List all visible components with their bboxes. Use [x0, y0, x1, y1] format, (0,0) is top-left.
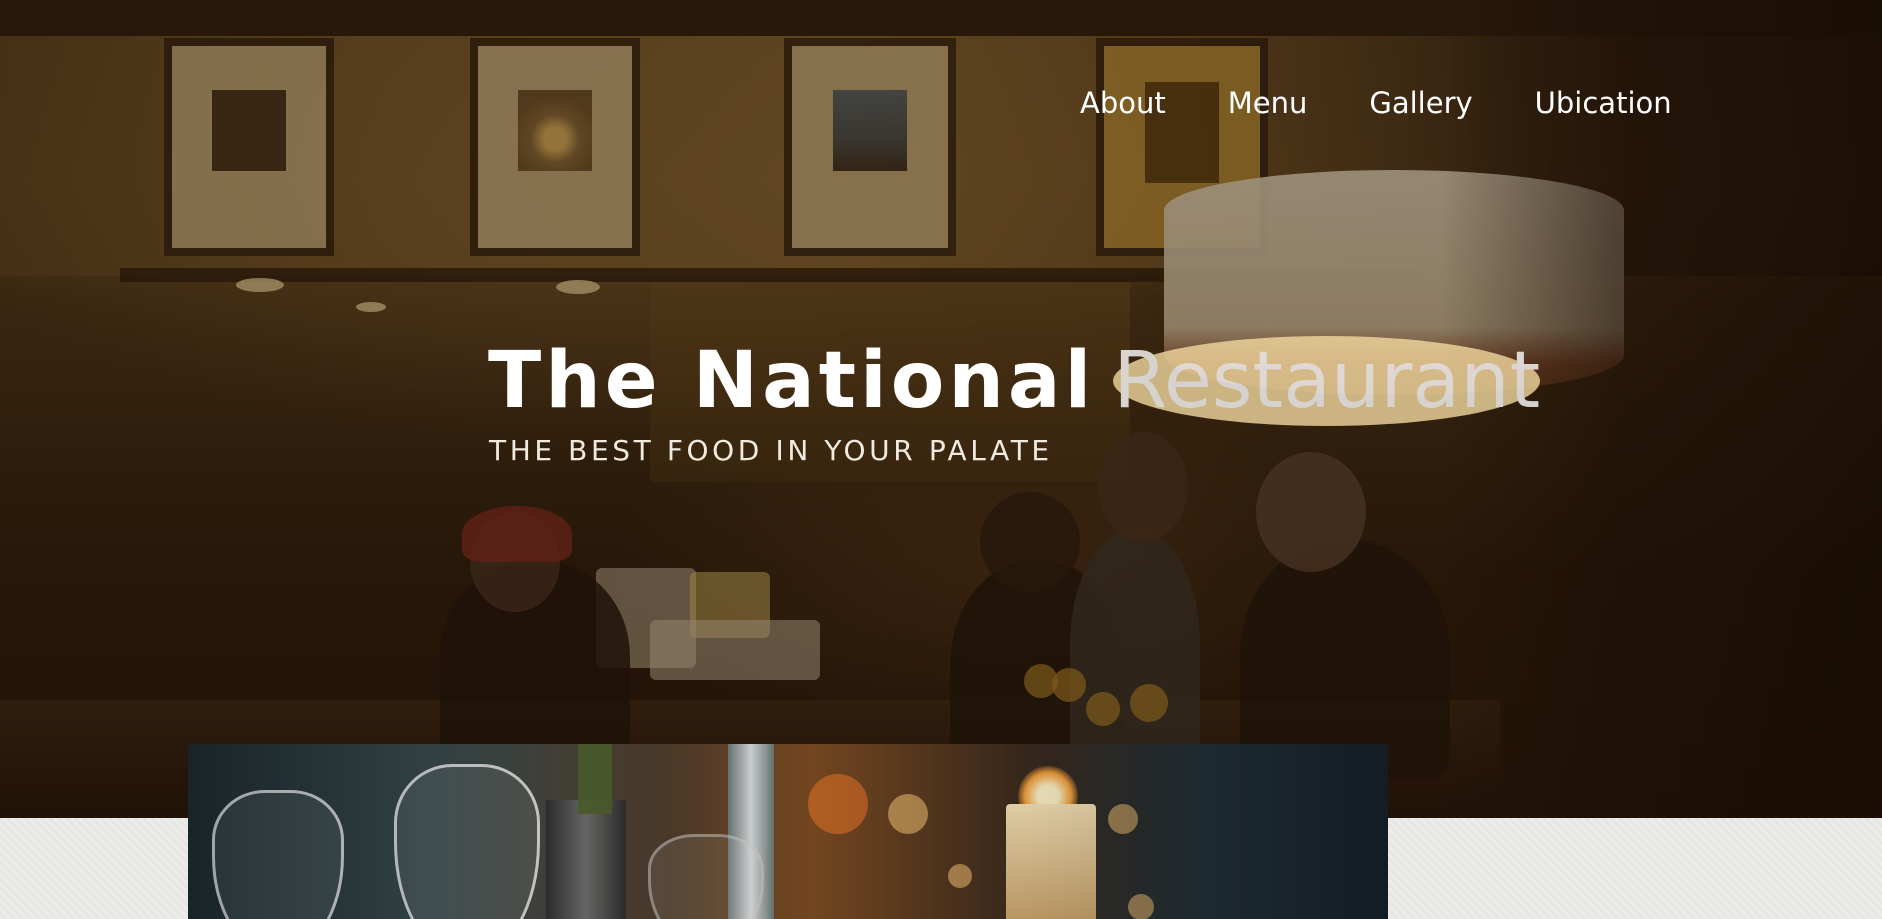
nav-link-menu[interactable]: Menu: [1228, 86, 1308, 120]
nav-link-ubication[interactable]: Ubication: [1535, 86, 1672, 120]
bar-photo: [188, 744, 1388, 919]
photo-shade: [188, 744, 1388, 919]
nav-link-about[interactable]: About: [1080, 86, 1166, 120]
hero-section: About Menu Gallery Ubication The Nationa…: [0, 0, 1882, 818]
nav-link-gallery[interactable]: Gallery: [1369, 86, 1472, 120]
restaurant-tagline: THE BEST FOOD IN YOUR PALATE: [489, 434, 1053, 467]
main-navigation: About Menu Gallery Ubication: [1080, 86, 1672, 120]
restaurant-title-light: Restaurant: [1113, 336, 1541, 426]
restaurant-title: The National Restaurant: [488, 336, 1541, 426]
restaurant-title-bold: The National: [488, 336, 1096, 426]
